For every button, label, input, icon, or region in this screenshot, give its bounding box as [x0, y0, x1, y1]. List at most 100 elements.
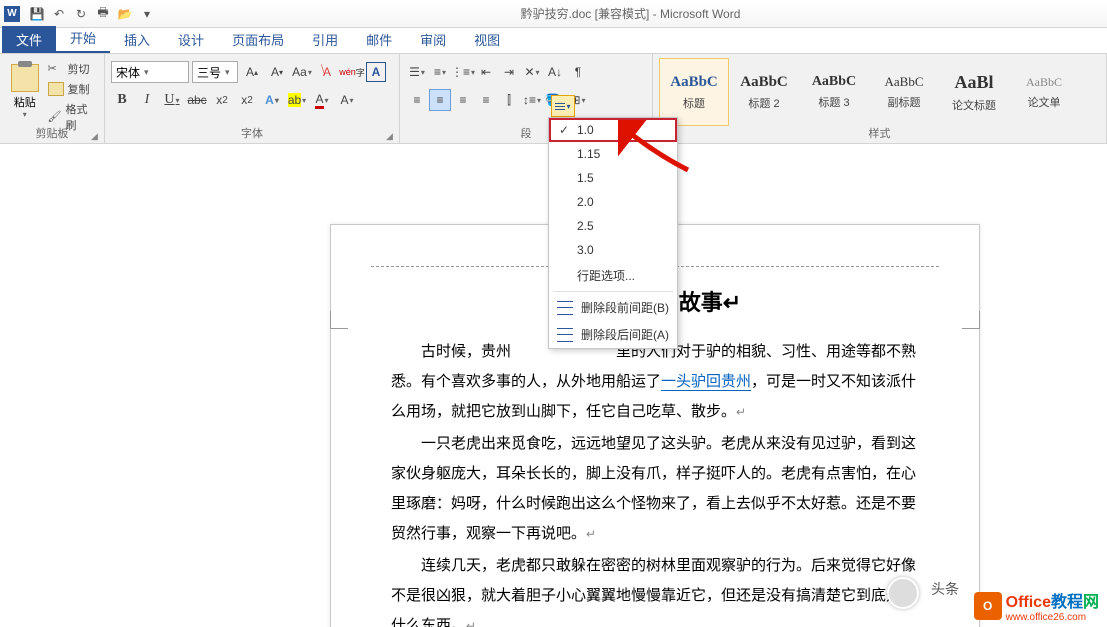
style-article-title[interactable]: AaBl 论文标题 — [939, 58, 1009, 126]
line-spacing-button[interactable]: ↕≡ — [521, 89, 543, 111]
copy-label: 复制 — [68, 81, 90, 97]
avatar-icon — [887, 577, 919, 609]
remove-space-after[interactable]: 删除段后间距(A) — [549, 321, 677, 348]
document-paragraph[interactable]: 一只老虎出来觅食吃，远远地望见了这头驴。老虎从来没有见过驴，看到这家伙身躯庞大，… — [391, 429, 919, 549]
clear-formatting-button[interactable]: A⧹ — [316, 61, 338, 83]
show-marks-button[interactable]: ¶ — [567, 61, 589, 83]
change-case-button[interactable]: Aa — [291, 61, 313, 83]
underline-button[interactable]: U — [161, 89, 183, 111]
tab-layout[interactable]: 页面布局 — [218, 26, 298, 53]
numbering-button[interactable]: ≡ — [429, 61, 451, 83]
line-spacing-3[interactable]: 3.0 — [549, 238, 677, 262]
style-subtitle[interactable]: AaBbC 副标题 — [869, 58, 939, 126]
line-spacing-25[interactable]: 2.5 — [549, 214, 677, 238]
cut-label: 剪切 — [68, 61, 90, 77]
font-group: 宋体 三号 A▴ A▾ Aa A⧹ wén字 A B I U abc x2 x2… — [105, 54, 400, 143]
phonetic-guide-button[interactable]: wén字 — [341, 61, 363, 83]
tab-design[interactable]: 设计 — [164, 26, 218, 53]
word-app-icon: W — [4, 6, 20, 22]
undo-button[interactable]: ↶ — [48, 3, 70, 25]
align-center-button[interactable]: ≡ — [429, 89, 451, 111]
line-spacing-options[interactable]: 行距选项... — [549, 262, 677, 289]
line-spacing-2[interactable]: 2.0 — [549, 190, 677, 214]
increase-indent-button[interactable]: ⇥ — [498, 61, 520, 83]
text-effects-button[interactable]: A — [261, 89, 283, 111]
margin-corner-icon — [330, 311, 348, 329]
italic-button[interactable]: I — [136, 89, 158, 111]
style-preview: AaBbC — [885, 74, 924, 90]
style-label: 副标题 — [888, 94, 921, 110]
line-spacing-15[interactable]: 1.5 — [549, 166, 677, 190]
clipboard-group-label: 剪贴板 — [0, 125, 104, 141]
style-title[interactable]: AaBbC 标题 — [659, 58, 729, 126]
ribbon-tabs: 文件 开始 插入 设计 页面布局 引用 邮件 审阅 视图 — [0, 28, 1107, 54]
tab-mailings[interactable]: 邮件 — [352, 26, 406, 53]
qat-customize-button[interactable]: ▾ — [136, 3, 158, 25]
multilevel-list-button[interactable]: ⋮≡ — [452, 61, 474, 83]
align-left-button[interactable]: ≡ — [406, 89, 428, 111]
grow-font-button[interactable]: A▴ — [241, 61, 263, 83]
watermark: O Office教程网 www.office26.com — [974, 588, 1099, 623]
strikethrough-button[interactable]: abc — [186, 89, 208, 111]
style-preview: AaBbC — [670, 74, 718, 91]
character-shading-button[interactable]: A — [336, 89, 358, 111]
style-preview: AaBl — [954, 72, 993, 93]
watermark-toutiao: 头条 — [931, 579, 959, 599]
style-preview: AaBbC — [1026, 75, 1062, 90]
bold-button[interactable]: B — [111, 89, 133, 111]
clipboard-expand-icon[interactable]: ◢ — [91, 131, 101, 141]
copy-icon — [48, 82, 64, 96]
tab-review[interactable]: 审阅 — [406, 26, 460, 53]
tab-insert[interactable]: 插入 — [110, 26, 164, 53]
tab-references[interactable]: 引用 — [298, 26, 352, 53]
paste-button[interactable]: 粘贴 ▾ — [6, 56, 44, 126]
font-color-button[interactable]: A — [311, 89, 333, 111]
subscript-button[interactable]: x2 — [211, 89, 233, 111]
character-border-button[interactable]: A — [366, 62, 386, 82]
hyperlink[interactable]: 一头驴回贵州 — [661, 374, 751, 391]
window-title: 黔驴技穷.doc [兼容模式] - Microsoft Word — [158, 5, 1103, 22]
paste-icon — [11, 64, 39, 92]
document-paragraph[interactable]: 连续几天，老虎都只敢躲在密密的树林里面观察驴的行为。后来觉得它好像不是很凶狠，就… — [391, 551, 919, 627]
justify-button[interactable]: ≡ — [475, 89, 497, 111]
sort-button[interactable]: A↓ — [544, 61, 566, 83]
line-spacing-1[interactable]: 1.0 — [549, 118, 677, 142]
style-heading3[interactable]: AaBbC 标题 3 — [799, 58, 869, 126]
line-spacing-button-active[interactable]: ▾ — [551, 95, 575, 117]
tab-file[interactable]: 文件 — [2, 26, 56, 53]
remove-before-label: 删除段前间距(B) — [581, 299, 669, 316]
font-expand-icon[interactable]: ◢ — [386, 131, 396, 141]
style-preview: AaBbC — [740, 74, 788, 91]
shrink-font-button[interactable]: A▾ — [266, 61, 288, 83]
redo-button[interactable]: ↻ — [70, 3, 92, 25]
style-article-sub[interactable]: AaBbC 论文单 — [1009, 58, 1079, 126]
scissors-icon: ✂ — [48, 62, 64, 76]
tab-home[interactable]: 开始 — [56, 24, 110, 53]
cut-button[interactable]: ✂ 剪切 — [44, 60, 98, 78]
copy-button[interactable]: 复制 — [44, 80, 98, 98]
document-paragraph[interactable]: 古时候，贵州一带没有驴，那里的人们对于驴的相貌、习性、用途等都不熟悉。有个喜欢多… — [391, 337, 919, 427]
save-button[interactable]: 💾 — [26, 3, 48, 25]
margin-corner-icon — [962, 311, 980, 329]
asian-layout-button[interactable]: ✕ — [521, 61, 543, 83]
watermark-brand: Office教程网 — [1006, 588, 1099, 612]
styles-group-label: 样式 — [653, 125, 1106, 141]
line-spacing-115[interactable]: 1.15 — [549, 142, 677, 166]
paragraph-mark-icon: ↵ — [723, 290, 741, 315]
style-label: 论文标题 — [952, 97, 996, 113]
align-right-button[interactable]: ≡ — [452, 89, 474, 111]
superscript-button[interactable]: x2 — [236, 89, 258, 111]
style-label: 论文单 — [1028, 94, 1061, 110]
style-heading2[interactable]: AaBbC 标题 2 — [729, 58, 799, 126]
tab-view[interactable]: 视图 — [460, 26, 514, 53]
bullets-button[interactable]: ☰ — [406, 61, 428, 83]
distribute-button[interactable]: ⫿ — [498, 89, 520, 111]
remove-after-label: 删除段后间距(A) — [581, 326, 669, 343]
font-name-select[interactable]: 宋体 — [111, 61, 189, 83]
highlight-button[interactable]: ab — [286, 89, 308, 111]
remove-space-before[interactable]: 删除段前间距(B) — [549, 294, 677, 321]
open-button[interactable]: 📂 — [114, 3, 136, 25]
decrease-indent-button[interactable]: ⇤ — [475, 61, 497, 83]
quick-print-button[interactable]: 🖶 — [92, 3, 114, 25]
font-size-select[interactable]: 三号 — [192, 61, 238, 83]
